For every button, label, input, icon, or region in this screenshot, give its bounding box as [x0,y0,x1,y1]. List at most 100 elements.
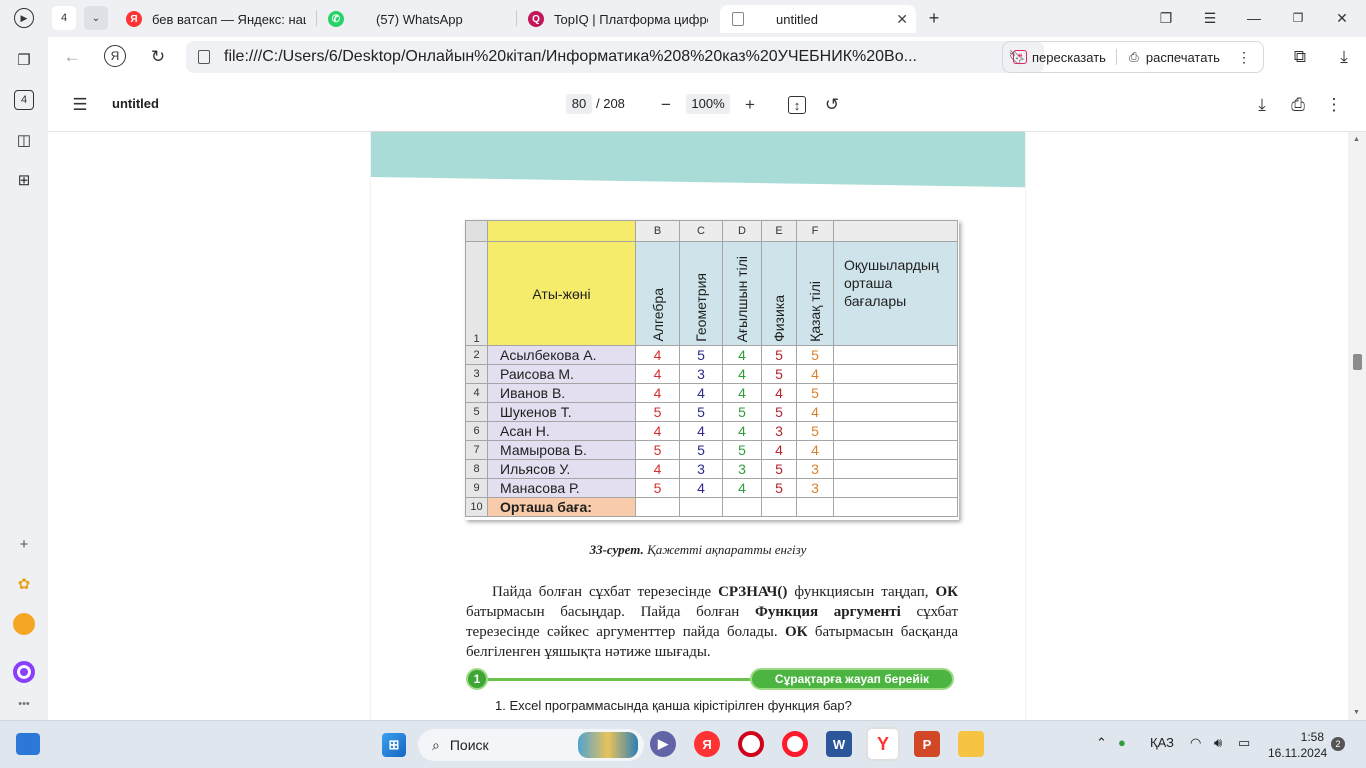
play-icon[interactable]: ▶ [14,8,34,28]
zoom-in-icon[interactable]: + [738,93,762,117]
wifi-icon[interactable]: ◠ [1190,735,1201,751]
colorful-app-icon[interactable]: ✿ [12,572,36,596]
avg-header-line: бағалары [844,293,907,309]
language-indicator[interactable]: ҚАЗ [1150,735,1174,750]
grade-cell: 5 [635,478,680,498]
subject-header: Геометрия [679,241,723,346]
add-panel-icon[interactable]: + [12,532,36,556]
outline-menu-icon[interactable]: ☰ [68,93,92,117]
download-icon[interactable]: ⤓ [1332,45,1356,69]
tab-topiq[interactable]: Q TopIQ | Платформа цифров [528,5,708,33]
tab-strip: 4 ⌄ Я бев ватсап — Яндекс: нашлось ✆ (57… [48,0,1366,37]
subject-header: Физика [761,241,797,346]
opera-gx-icon[interactable] [738,731,764,757]
meet-icon[interactable]: ▶ [650,731,676,757]
rotate-icon[interactable]: ↺ [820,93,844,117]
close-tab-icon[interactable]: ✕ [896,11,908,28]
grade-cell: 5 [796,345,834,365]
tab-yandex-search[interactable]: Я бев ватсап — Яндекс: нашлось [126,5,306,33]
close-window-icon[interactable]: ✕ [1330,6,1354,30]
menu-icon[interactable]: ☰ [1198,6,1222,30]
table-row: 6 Асан Н. 4 4 4 3 5 [465,421,958,441]
student-name: Асан Н. [487,421,636,441]
restore-icon[interactable]: ❐ [1286,6,1310,30]
battery-icon[interactable]: ▭ [1238,735,1250,751]
pdf-print-icon[interactable]: ⎙ [1286,93,1310,117]
table-row: 5 Шукенов Т. 5 5 5 5 4 [465,402,958,422]
powerpoint-icon[interactable]: P [914,731,940,757]
scroll-up-icon[interactable]: ▲ [1353,136,1360,143]
row-number: 8 [465,459,488,479]
reload-icon[interactable]: ↻ [146,45,170,69]
start-windows-icon[interactable]: ⊞ [382,733,406,757]
grade-cell: 4 [722,421,762,441]
grade-cell: 4 [635,421,680,441]
grade-cell: 5 [635,440,680,460]
subject-label: Қазақ тілі [807,281,823,342]
row-number: 10 [465,497,488,517]
more-actions-icon[interactable]: ⋮ [1237,49,1251,66]
average-cell [833,402,958,422]
subject-header: Қазақ тілі [796,241,834,346]
section-title: Сұрақтарға жауап берейік [750,668,954,690]
yandex-logo-icon[interactable]: Я [104,45,126,67]
tabs-counter-icon[interactable]: 4 [14,90,34,110]
tab-whatsapp[interactable]: ✆ (57) WhatsApp [328,5,508,33]
pdf-download-icon[interactable]: ⤓ [1250,93,1274,117]
table-row: 7 Мамырова Б. 5 5 5 4 4 [465,440,958,460]
screenshot-icon[interactable]: ◫ [12,128,36,152]
retell-icon: ❝ [1013,50,1027,64]
extensions-icon[interactable]: ⧉ [1288,45,1312,69]
average-row-label: Орташа баға: [487,497,636,517]
student-name: Раисова М. [487,364,636,384]
fit-page-icon[interactable]: ↕ [788,96,806,114]
clock[interactable]: 1:58 16.11.2024 [1268,729,1328,761]
student-name: Манасова Р. [487,478,636,498]
collections-icon[interactable]: ❐ [12,48,36,72]
grade-cell: 4 [635,364,680,384]
page-number-input[interactable]: 80 [566,94,592,114]
back-icon[interactable]: ← [60,45,84,69]
notification-badge[interactable]: 2 [1331,737,1345,751]
more-dots-icon[interactable]: ••• [12,692,36,716]
file-explorer-icon[interactable] [958,731,984,757]
tray-expand-icon[interactable]: ⌃ [1096,735,1107,751]
zoom-out-icon[interactable]: − [654,93,678,117]
scrollbar-thumb[interactable] [1353,354,1362,370]
taskbar-search[interactable]: ⌕ Поиск [418,729,644,761]
col-letter: B [635,220,680,242]
print-page-button[interactable]: ⎙ распечатать [1127,50,1220,65]
new-tab-icon[interactable]: + [922,6,946,30]
grade-cell: 5 [722,440,762,460]
minimize-icon[interactable]: — [1242,6,1266,30]
opera-icon[interactable] [782,731,808,757]
tabs-count-badge[interactable]: 4 [52,6,76,30]
col-letter: D [722,220,762,242]
grade-cell: 5 [796,421,834,441]
retell-button[interactable]: ❝ пересказать [1013,50,1106,65]
printer-icon: ⎙ [1129,49,1139,64]
scroll-down-icon[interactable]: ▼ [1353,709,1360,716]
para-text: батырмасын басыңдар. Пайда болған [466,604,756,620]
alice-assistant-icon[interactable] [12,660,36,684]
para-bold: ОК [784,624,808,640]
date: 16.11.2024 [1268,746,1328,760]
zoom-level-input[interactable]: 100% [686,94,730,114]
word-icon[interactable]: W [826,731,852,757]
address-field[interactable]: file:///C:/Users/6/Desktop/Онлайын%20кіт… [186,41,1044,73]
mail-icon[interactable] [12,612,36,636]
figure-caption: 33-сурет. Қажетті ақпаратты енгізу [371,542,1025,558]
apps-grid-icon[interactable]: ⊞ [12,168,36,192]
chevron-down-icon[interactable]: ⌄ [84,6,108,30]
tab-manager-icon[interactable]: ❐ [1154,6,1178,30]
vertical-scrollbar[interactable]: ▲ ▼ [1348,132,1366,720]
student-name: Ильясов У. [487,459,636,479]
yandex-browser-icon[interactable]: Я [694,731,720,757]
yandex-active-icon[interactable]: Y [866,727,900,761]
volume-icon[interactable]: 🔊︎ [1214,735,1222,751]
row-number: 2 [465,345,488,365]
widgets-icon[interactable] [16,733,40,755]
tab-untitled[interactable]: untitled ✕ [720,5,916,33]
tray-app-icon[interactable]: ● [1118,735,1126,750]
pdf-more-icon[interactable]: ⋮ [1322,93,1346,117]
